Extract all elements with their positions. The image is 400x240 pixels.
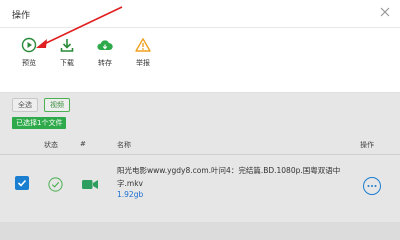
table-header: 状态 # 名称 操作: [0, 137, 400, 153]
save-to-cloud-button[interactable]: 转存: [86, 36, 124, 76]
popup-title: 操作: [12, 11, 31, 21]
header-actions: 操作: [360, 141, 374, 149]
header-name: 名称: [117, 141, 131, 149]
report-label: 举报: [136, 59, 150, 67]
video-camera-icon: [82, 180, 98, 189]
preview-button[interactable]: 预览: [10, 36, 48, 76]
video-filter-button[interactable]: 视频: [44, 98, 70, 112]
warning-icon: [134, 36, 152, 54]
header-index: #: [80, 140, 86, 148]
close-icon[interactable]: [379, 6, 391, 18]
popup-divider: [0, 27, 400, 28]
report-button[interactable]: 举报: [124, 36, 162, 76]
play-circle-icon: [20, 36, 38, 54]
file-size: 1.92gb: [117, 190, 144, 199]
more-dots-icon: [367, 185, 377, 187]
file-name[interactable]: 阳光电影www.ygdy8.com.叶问4：完结篇.BD.1080p.国粤双语中…: [117, 164, 357, 190]
header-divider: [0, 154, 400, 155]
download-label: 下载: [60, 59, 74, 67]
file-list-panel: 全选 视频 已选择1个文件 状态 # 名称 操作 阳光电影www.ygdy8.c…: [0, 92, 400, 222]
checkmark-icon: [17, 179, 27, 187]
row-checkbox[interactable]: [15, 176, 29, 190]
selected-count-badge: 已选择1个文件: [12, 117, 67, 129]
operation-popup: 操作 预览 下载 转存 举报: [0, 0, 400, 93]
preview-label: 预览: [22, 59, 36, 67]
table-row[interactable]: 阳光电影www.ygdy8.com.叶问4：完结篇.BD.1080p.国粤双语中…: [0, 156, 400, 222]
download-button[interactable]: 下载: [48, 36, 86, 76]
select-all-button[interactable]: 全选: [12, 98, 38, 112]
filter-row: 全选 视频: [12, 98, 70, 112]
save-to-cloud-label: 转存: [98, 59, 112, 67]
action-bar: 预览 下载 转存 举报: [10, 36, 162, 76]
status-check-icon: [48, 177, 63, 192]
download-icon: [58, 36, 76, 54]
more-options-button[interactable]: [363, 177, 381, 195]
cloud-save-icon: [96, 36, 114, 54]
header-status: 状态: [44, 141, 58, 149]
